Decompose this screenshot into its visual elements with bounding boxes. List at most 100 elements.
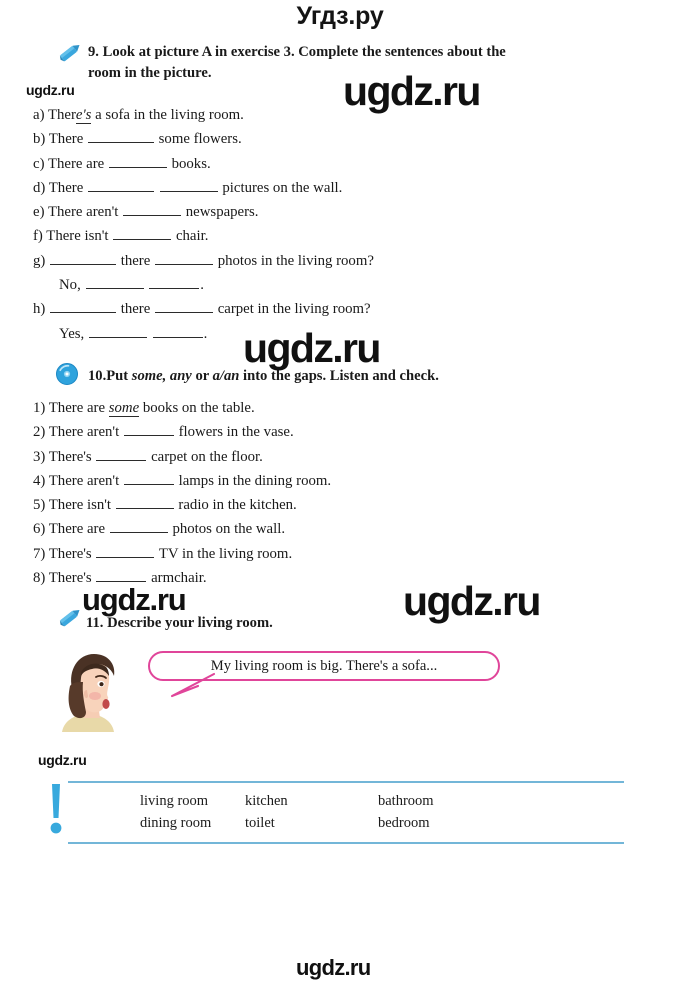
watermark: ugdz.ru — [38, 752, 87, 768]
item-text-after: photos on the wall. — [172, 521, 286, 538]
item-text-after: TV in the living room. — [158, 545, 293, 562]
list-item: e) There aren't newspapers. — [33, 200, 374, 224]
list-item: f) There isn't chair. — [33, 224, 374, 248]
vocabulary-row: dining room toilet bedroom — [68, 812, 624, 834]
answer-blank[interactable] — [50, 300, 117, 314]
exercise-10-heading-part1: Put — [106, 368, 132, 384]
answer-blank[interactable] — [87, 179, 154, 192]
item-label: 1) — [33, 400, 46, 416]
speech-bubble-tail — [168, 672, 222, 700]
list-item: 3) There's carpet on the floor. — [33, 445, 331, 469]
exercise-11-heading: 11. Describe your living room. — [86, 613, 486, 634]
exercise-9-heading-line1: Look at picture A in exercise 3. Complet… — [102, 44, 506, 60]
exercise-9-heading-line2: room in the picture. — [88, 65, 212, 81]
list-item: g) there photos in the living room? — [33, 249, 374, 273]
speech-bubble-text: My living room is big. There's a sofa... — [210, 657, 438, 674]
item-label: 8) — [33, 570, 46, 587]
item-text-after: pictures on the wall. — [222, 179, 343, 196]
answer-blank[interactable] — [123, 423, 174, 437]
answer-blank[interactable] — [123, 203, 182, 217]
answer-blank[interactable] — [115, 496, 174, 510]
item-text-after: radio in the kitchen. — [178, 497, 297, 514]
answer-blank[interactable] — [152, 325, 203, 338]
item-text-after: carpet on the floor. — [151, 448, 263, 465]
item-label: d) — [33, 179, 46, 196]
item-text-after: photos in the living room? — [217, 252, 374, 269]
site-header-title: Угдз.ру — [296, 2, 384, 30]
list-item: 5) There isn't radio in the kitchen. — [33, 493, 331, 517]
cd-icon — [56, 363, 78, 385]
exercise-10-heading-italic2: a/an — [212, 368, 240, 384]
item-label: 5) — [33, 497, 46, 514]
item-label: h) — [33, 301, 46, 318]
item-label: 7) — [33, 545, 46, 562]
vocab-word: bedroom — [378, 815, 430, 831]
exercise-9-heading: 9. Look at picture A in exercise 3. Comp… — [88, 42, 633, 84]
item-text-before: There's — [48, 448, 92, 465]
item-label: c) — [33, 155, 45, 172]
vocabulary-row: living room kitchen bathroom — [68, 790, 624, 812]
item-text-after: lamps in the dining room. — [178, 472, 332, 489]
item-label: g) — [33, 252, 46, 269]
item-label: f) — [33, 228, 43, 245]
answer-blank[interactable] — [113, 227, 172, 241]
item-label: 3) — [33, 448, 46, 465]
answer-blank[interactable] — [109, 520, 168, 534]
list-item: 8) There's armchair. — [33, 566, 331, 590]
item-label: e) — [33, 204, 45, 221]
item-text-before: There are — [48, 521, 106, 538]
item-text-before: There are — [47, 155, 105, 172]
answer-blank[interactable] — [85, 276, 144, 290]
pencil-icon — [58, 605, 84, 629]
item-text-after: some flowers. — [158, 131, 242, 148]
item-label: a) — [33, 107, 45, 123]
watermark: ugdz.ru — [26, 82, 75, 98]
exercise-10-heading-part2: or — [191, 368, 213, 384]
exclamation-icon — [44, 782, 68, 838]
list-item: 2) There aren't flowers in the vase. — [33, 420, 331, 444]
list-item: 4) There aren't lamps in the dining room… — [33, 469, 331, 493]
pencil-icon — [58, 40, 84, 64]
answer-blank[interactable] — [96, 448, 147, 461]
item-text-after: chair. — [175, 228, 209, 245]
answer-blank[interactable] — [87, 130, 154, 144]
item-text-after: a sofa in the living room. — [95, 107, 244, 123]
exercise-10-number: 10. — [88, 368, 107, 384]
vocab-word: living room — [140, 793, 209, 809]
vocab-word: toilet — [245, 815, 275, 831]
exercise-11-number: 11. — [86, 615, 104, 631]
answer-blank[interactable] — [155, 252, 214, 265]
answer-blank[interactable] — [155, 300, 214, 314]
answer-blank[interactable] — [50, 252, 117, 265]
item-text-after: books. — [171, 155, 211, 172]
answer-blank[interactable] — [159, 179, 218, 192]
item-text-before: There — [48, 179, 84, 196]
list-item: 6) There are photos on the wall. — [33, 517, 331, 541]
exercise-9-items: a) There's a sofa in the living room. b)… — [33, 103, 374, 346]
answer-blank[interactable] — [96, 545, 155, 558]
answer-blank[interactable] — [108, 155, 167, 168]
list-item: 1) There are some books on the table. — [33, 396, 331, 420]
item-text-before: Ther — [47, 107, 76, 123]
list-item: b) There some flowers. — [33, 127, 374, 151]
answer-blank[interactable] — [149, 276, 200, 290]
answer-blank[interactable] — [123, 472, 174, 485]
item-answer: e's — [75, 107, 92, 124]
item-label: 4) — [33, 472, 46, 489]
list-item: 7) There's TV in the living room. — [33, 542, 331, 566]
exercise-10-heading-part3: into the gaps. Listen and check. — [239, 368, 439, 384]
item-label: b) — [33, 131, 46, 148]
list-item: a) There's a sofa in the living room. — [33, 103, 374, 127]
answer-blank[interactable] — [88, 325, 147, 338]
answer-blank[interactable] — [96, 569, 147, 583]
item-sub-label: No, — [59, 277, 81, 294]
watermark: ugdz.ru — [296, 955, 371, 980]
exercise-10-heading-italic1: some, any — [131, 368, 192, 384]
list-item: c) There are books. — [33, 152, 374, 176]
item-label: 6) — [33, 521, 46, 538]
item-text-before: There isn't — [48, 497, 112, 514]
item-text-before: There aren't — [47, 204, 119, 221]
item-text-before: There — [48, 131, 84, 148]
item-text-after: flowers in the vase. — [178, 424, 294, 441]
item-text-before: There aren't — [48, 424, 120, 441]
